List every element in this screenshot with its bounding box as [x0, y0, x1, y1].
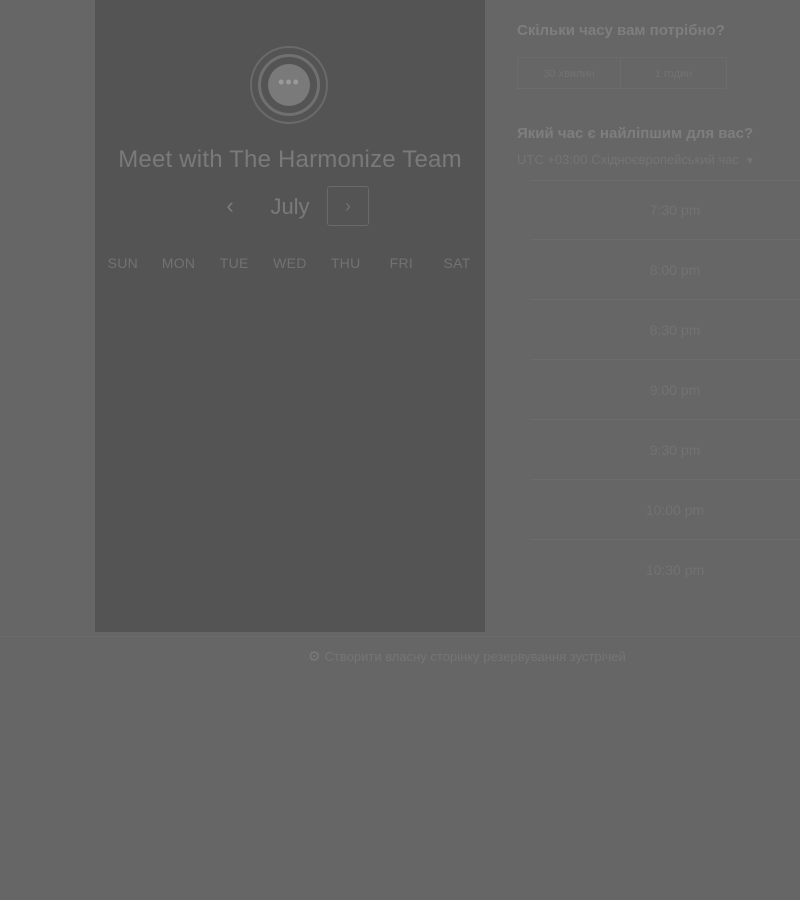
time-question: Який час є найліпшим для вас? — [517, 125, 754, 142]
footer-link-label: Створити власну сторінку резервування зу… — [324, 649, 626, 664]
weekday-fri: FRI — [389, 255, 414, 271]
time-slot[interactable]: 9:30 pm — [530, 420, 800, 480]
time-slot[interactable]: 7:30 pm — [530, 180, 800, 240]
duration-option-30min[interactable]: 30 хвилин — [517, 57, 621, 89]
create-booking-page-link[interactable]: ⚙ Створити власну сторінку резервування з… — [308, 648, 626, 665]
time-slot[interactable]: 10:30 pm — [530, 540, 800, 600]
weekday-thu: THU — [330, 255, 361, 271]
weekday-mon: MON — [161, 255, 196, 271]
weekday-tue: TUE — [219, 255, 249, 271]
month-label: July — [270, 194, 310, 219]
page-title: Meet with The Harmonize Team — [118, 146, 462, 173]
time-slot[interactable]: 8:00 pm — [530, 240, 800, 300]
chat-bubble-icon: ••• — [268, 64, 310, 106]
duration-options: 30 хвилин 1 годин — [517, 57, 727, 89]
time-slot[interactable]: 9:00 pm — [530, 360, 800, 420]
duration-question: Скільки часу вам потрібно? — [517, 22, 725, 39]
prev-month-button[interactable]: ‹ — [217, 192, 243, 222]
weekday-sat: SAT — [443, 255, 471, 271]
timezone-select[interactable]: UTC +03:00 Східноєвропейський час ▼ — [517, 152, 755, 167]
chevron-down-icon: ▼ — [744, 156, 755, 167]
month-navigation: ‹ July › — [95, 186, 485, 228]
timezone-label: UTC +03:00 Східноєвропейський час — [517, 152, 739, 167]
page: ••• Meet with The Harmonize Team ‹ July … — [0, 0, 800, 900]
time-slot-list: 7:30 pm 8:00 pm 8:30 pm 9:00 pm 9:30 pm … — [530, 180, 800, 600]
weekday-wed: WED — [273, 255, 307, 271]
time-slot[interactable]: 10:00 pm — [530, 480, 800, 540]
footer-divider — [0, 636, 800, 637]
weekday-header: SUN MON TUE WED THU FRI SAT — [95, 255, 485, 271]
hubspot-icon: ⚙ — [308, 648, 321, 664]
duration-option-1hour[interactable]: 1 годин — [621, 57, 727, 89]
calendar-panel: ••• Meet with The Harmonize Team ‹ July … — [95, 0, 485, 632]
weekday-sun: SUN — [107, 255, 139, 271]
avatar: ••• — [250, 46, 328, 124]
time-slot[interactable]: 8:30 pm — [530, 300, 800, 360]
next-month-button[interactable]: › — [327, 186, 369, 226]
